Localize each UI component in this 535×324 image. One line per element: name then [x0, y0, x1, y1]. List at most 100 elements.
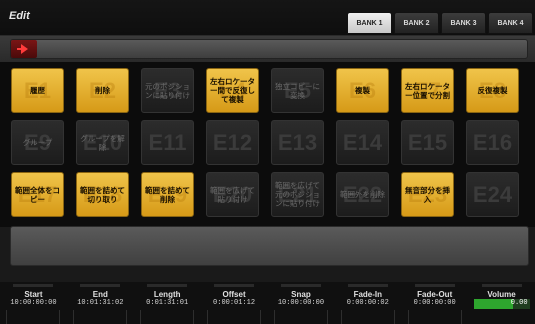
field-divider	[407, 310, 462, 324]
function-button[interactable]: E18 範囲を詰めて切り取り	[76, 172, 129, 217]
function-label: 左右ロケーター位置で分割	[405, 81, 450, 100]
function-label: 反復複製	[477, 86, 508, 95]
function-button[interactable]: E12	[206, 120, 259, 165]
volume-label: Volume	[487, 290, 516, 299]
status-field-fade-out[interactable]: Fade-Out 0:00:00:00	[405, 284, 465, 324]
tab-bank-2[interactable]: BANK 2	[394, 12, 439, 34]
status-field-snap[interactable]: Snap 10:00:00:00	[271, 284, 331, 324]
field-divider	[340, 310, 395, 324]
function-button[interactable]: E14	[336, 120, 389, 165]
function-label: 無音部分を挿入	[405, 185, 450, 204]
function-label: グループ	[22, 138, 53, 147]
function-button[interactable]: E16	[466, 120, 519, 165]
function-label: グループを解除	[80, 133, 125, 152]
function-button[interactable]: E5 独立コピーに変換	[271, 68, 324, 113]
function-button[interactable]: E2 削除	[76, 68, 129, 113]
empty-panel	[10, 226, 529, 266]
function-button[interactable]: E3 元のポジションに貼り付け	[141, 68, 194, 113]
function-label: 範囲全体をコピー	[15, 185, 60, 204]
function-button[interactable]: E11	[141, 120, 194, 165]
status-bar: Start 10:00:00:00 End 10:01:31:02 Length 0:01…	[0, 282, 535, 324]
field-divider	[6, 310, 61, 324]
function-label: 範囲を広げて貼り付け	[210, 185, 255, 204]
function-grid: E1 履歴 E2 削除 E3 元のポジションに貼り付け E4 左右ロケーター間で反復して複製 E…	[11, 68, 519, 217]
volume-slider[interactable]: 0.00	[473, 299, 530, 309]
status-field-offset[interactable]: Offset 0:00:01:12	[204, 284, 264, 324]
volume-fill	[473, 299, 513, 309]
field-divider	[273, 310, 328, 324]
indicator-bar	[481, 284, 522, 287]
status-field-start[interactable]: Start 10:00:00:00	[3, 284, 63, 324]
function-label: 範囲外を削除	[340, 190, 385, 199]
status-value: 0:00:00:02	[346, 299, 389, 307]
status-label: Length	[153, 290, 181, 299]
status-label: Fade-Out	[417, 290, 453, 299]
function-button[interactable]: E21 範囲を広げて元のポジションに貼り付け	[271, 172, 324, 217]
red-arrow-icon	[21, 44, 28, 54]
status-label: Snap	[291, 290, 311, 299]
indicator-bar	[414, 284, 455, 287]
function-label: 元のポジションに貼り付け	[145, 81, 190, 100]
tab-bank-3[interactable]: BANK 3	[441, 12, 486, 34]
function-label: 複製	[355, 86, 370, 95]
function-button[interactable]: E13	[271, 120, 324, 165]
tab-bank-4[interactable]: BANK 4	[488, 12, 533, 34]
slot-number: E14	[342, 129, 383, 155]
slot-number: E12	[212, 129, 253, 155]
function-label: 削除	[95, 86, 110, 95]
status-value: 0:01:31:01	[146, 299, 189, 307]
status-field-fade-in[interactable]: Fade-In 0:00:00:02	[338, 284, 398, 324]
function-label: 左右ロケーター間で反復して複製	[210, 77, 255, 104]
status-value: 10:00:00:00	[277, 299, 325, 307]
window-title: Edit	[9, 10, 30, 22]
function-button[interactable]: E17 範囲全体をコピー	[11, 172, 64, 217]
function-label: 範囲を詰めて切り取り	[80, 185, 125, 204]
slot-number: E15	[407, 129, 448, 155]
status-value: 0:00:01:12	[213, 299, 256, 307]
function-button[interactable]: E9 グループ	[11, 120, 64, 165]
status-value: 10:01:31:02	[77, 299, 124, 307]
status-label: Start	[24, 290, 43, 299]
field-divider	[73, 310, 128, 324]
function-button[interactable]: E20 範囲を広げて貼り付け	[206, 172, 259, 217]
status-field-length[interactable]: Length 0:01:31:01	[137, 284, 197, 324]
function-label: 範囲を広げて元のポジションに貼り付け	[275, 181, 320, 208]
indicator-bar	[280, 284, 321, 287]
bank-tabs: BANK 1 BANK 2 BANK 3 BANK 4	[347, 12, 533, 34]
function-button[interactable]: E7 左右ロケーター位置で分割	[401, 68, 454, 113]
indicator-bar	[13, 284, 54, 287]
function-button[interactable]: E4 左右ロケーター間で反復して複製	[206, 68, 259, 113]
function-button[interactable]: E10 グループを解除	[76, 120, 129, 165]
toggle-button[interactable]	[11, 40, 37, 58]
slot-number: E24	[472, 181, 513, 207]
function-label: 範囲を詰めて削除	[145, 185, 190, 204]
title-bar: Edit BANK 1 BANK 2 BANK 3 BANK 4	[0, 0, 535, 36]
indicator-bar	[214, 284, 255, 287]
volume-field[interactable]: Volume 0.00	[472, 284, 532, 324]
function-grid-area: E1 履歴 E2 削除 E3 元のポジションに貼り付け E4 左右ロケーター間で反復して複製 E…	[0, 62, 535, 227]
indicator-bar	[147, 284, 188, 287]
function-button[interactable]: E8 反復複製	[466, 68, 519, 113]
status-value: 0:00:00:00	[413, 299, 456, 307]
field-divider	[207, 310, 262, 324]
status-label: Offset	[222, 290, 246, 299]
function-button[interactable]: E6 複製	[336, 68, 389, 113]
function-button[interactable]: E1 履歴	[11, 68, 64, 113]
function-button[interactable]: E23 無音部分を挿入	[401, 172, 454, 217]
tab-bank-1[interactable]: BANK 1	[347, 12, 392, 34]
status-label: End	[92, 290, 108, 299]
status-field-end[interactable]: End 10:01:31:02	[70, 284, 130, 324]
function-button[interactable]: E22 範囲外を削除	[336, 172, 389, 217]
toolbar-panel	[10, 39, 528, 59]
toolbar	[0, 36, 535, 62]
function-button[interactable]: E24	[466, 172, 519, 217]
indicator-bar	[80, 284, 121, 287]
function-button[interactable]: E19 範囲を詰めて削除	[141, 172, 194, 217]
function-button[interactable]: E15	[401, 120, 454, 165]
slot-number: E16	[472, 129, 513, 155]
function-label: 独立コピーに変換	[275, 81, 320, 100]
function-label: 履歴	[30, 86, 45, 95]
slot-number: E13	[277, 129, 318, 155]
indicator-bar	[347, 284, 388, 287]
status-label: Fade-In	[353, 290, 383, 299]
